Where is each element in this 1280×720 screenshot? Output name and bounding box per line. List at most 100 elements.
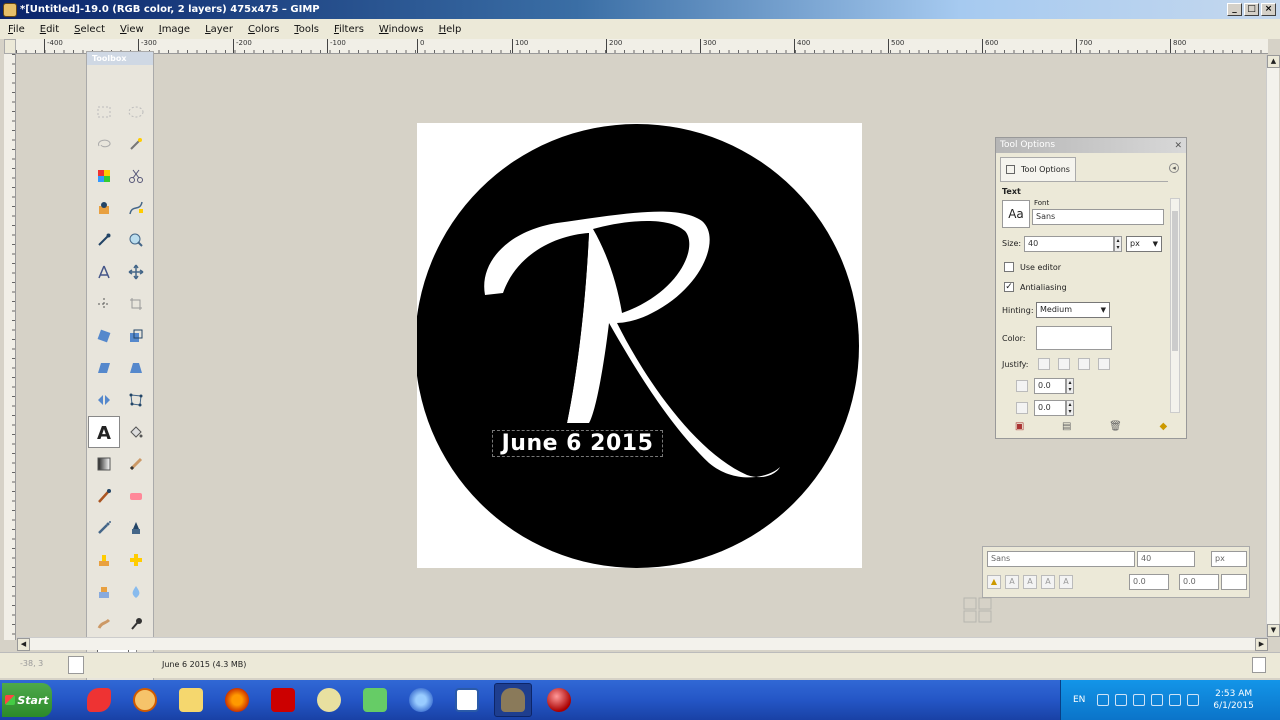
tool-options-scrollbar[interactable] (1170, 198, 1180, 413)
editor-color-swatch[interactable] (1221, 574, 1247, 590)
line-spacing-field[interactable]: 0.0 (1034, 400, 1066, 416)
vertical-ruler[interactable] (4, 54, 16, 640)
taskbar-app-itunes[interactable] (402, 683, 440, 717)
crop-icon[interactable] (120, 288, 152, 320)
tab-tool-options[interactable]: Tool Options (1000, 157, 1076, 181)
airbrush-icon[interactable] (88, 512, 120, 544)
horizontal-scrollbar[interactable]: ◀ ▶ (17, 637, 1268, 651)
text-tool-icon[interactable]: A (88, 416, 120, 448)
unit-dropdown[interactable]: px (1126, 236, 1162, 252)
taskbar-app-explorer[interactable] (310, 683, 348, 717)
color-select-icon[interactable] (88, 160, 120, 192)
use-editor-checkbox[interactable] (1004, 262, 1014, 272)
editor-unit-dropdown[interactable]: px (1211, 551, 1247, 567)
measure-icon[interactable] (88, 256, 120, 288)
gradient-icon[interactable] (88, 448, 120, 480)
text-layer[interactable]: June 6 2015 (492, 430, 663, 457)
scroll-left-icon[interactable]: ◀ (17, 638, 30, 651)
scrollbar-thumb[interactable] (1172, 211, 1178, 351)
taskbar-app-firefox[interactable] (218, 683, 256, 717)
size-spinner[interactable]: ▴ ▾ (1114, 236, 1122, 252)
ink-icon[interactable] (120, 512, 152, 544)
heal-icon[interactable] (120, 544, 152, 576)
editor-font-field[interactable]: Sans (987, 551, 1135, 567)
taskbar-app-folder[interactable] (172, 683, 210, 717)
clone-icon[interactable] (88, 544, 120, 576)
rotate-icon[interactable] (88, 320, 120, 352)
menu-colors[interactable]: Colors (248, 24, 279, 35)
font-field[interactable]: Sans (1032, 209, 1164, 225)
volume-icon[interactable] (1187, 694, 1200, 706)
align-icon[interactable] (88, 288, 120, 320)
scroll-right-icon[interactable]: ▶ (1255, 638, 1268, 651)
horizontal-ruler[interactable]: -400 -300 -200 -100 0 100 200 300 400 50… (16, 39, 1268, 54)
image-canvas[interactable] (417, 123, 862, 568)
flip-icon[interactable] (88, 384, 120, 416)
paths-icon[interactable] (120, 192, 152, 224)
quick-mask-icon[interactable] (963, 597, 993, 623)
fuzzy-select-icon[interactable] (120, 128, 152, 160)
menu-view[interactable]: View (120, 24, 144, 35)
close-icon[interactable]: ✕ (1174, 139, 1182, 154)
editor-size-field[interactable]: 40 (1137, 551, 1195, 567)
text-color-button[interactable] (1036, 326, 1112, 350)
blur-icon[interactable] (120, 576, 152, 608)
language-indicator[interactable]: EN (1073, 695, 1085, 705)
minimize-button[interactable]: _ (1227, 3, 1242, 16)
tray-icon[interactable] (1097, 694, 1110, 706)
cage-icon[interactable] (120, 384, 152, 416)
justify-fill-button[interactable] (1098, 358, 1110, 370)
taskbar-app-acrobat[interactable] (264, 683, 302, 717)
bucket-fill-icon[interactable] (120, 416, 152, 448)
taskbar-app-red[interactable] (540, 683, 578, 717)
perspective-icon[interactable] (120, 352, 152, 384)
font-preview-button[interactable]: Aa (1002, 200, 1030, 228)
taskbar-app-joomla[interactable] (80, 683, 118, 717)
shear-icon[interactable] (88, 352, 120, 384)
menu-edit[interactable]: Edit (40, 24, 59, 35)
tray-icon[interactable] (1115, 694, 1128, 706)
clock[interactable]: 2:53 AM 6/1/2015 (1213, 688, 1253, 712)
menu-layer[interactable]: Layer (205, 24, 233, 35)
delete-options-icon[interactable]: 🗑 (1109, 421, 1122, 432)
tray-icon[interactable] (1151, 694, 1164, 706)
italic-button[interactable]: A (1023, 575, 1037, 589)
hinting-dropdown[interactable]: Medium (1036, 302, 1110, 318)
menu-image[interactable]: Image (159, 24, 190, 35)
indent-field[interactable]: 0.0 (1034, 378, 1066, 394)
taskbar-app-network[interactable] (356, 683, 394, 717)
line-spacing-spinner[interactable]: ▴ ▾ (1066, 400, 1074, 416)
scroll-down-icon[interactable]: ▼ (1267, 624, 1280, 637)
scale-icon[interactable] (120, 320, 152, 352)
indent-spinner[interactable]: ▴ ▾ (1066, 378, 1074, 394)
color-picker-icon[interactable] (88, 224, 120, 256)
smudge-icon[interactable] (88, 608, 120, 640)
tray-icon[interactable] (1169, 694, 1182, 706)
taskbar-app-word[interactable] (448, 683, 486, 717)
lasso-icon[interactable] (88, 128, 120, 160)
vertical-scrollbar[interactable]: ▲ ▼ (1266, 55, 1280, 637)
strikethrough-button[interactable]: A (1059, 575, 1073, 589)
size-field[interactable]: 40 (1024, 236, 1114, 252)
scroll-up-icon[interactable]: ▲ (1267, 55, 1280, 68)
perspective-clone-icon[interactable] (88, 576, 120, 608)
move-icon[interactable] (120, 256, 152, 288)
start-button[interactable]: Start (2, 683, 52, 717)
foreground-select-icon[interactable] (88, 192, 120, 224)
justify-right-button[interactable] (1058, 358, 1070, 370)
scissors-icon[interactable] (120, 160, 152, 192)
unit-selector[interactable] (68, 656, 84, 674)
zoom-icon[interactable] (120, 224, 152, 256)
underline-button[interactable]: A (1041, 575, 1055, 589)
taskbar-app-media[interactable] (126, 683, 164, 717)
reset-options-icon[interactable]: ◆ (1159, 421, 1167, 432)
baseline-field[interactable]: 0.0 (1129, 574, 1169, 590)
justify-left-button[interactable] (1038, 358, 1050, 370)
rect-select-icon[interactable] (88, 96, 120, 128)
justify-center-button[interactable] (1078, 358, 1090, 370)
menu-help[interactable]: Help (439, 24, 462, 35)
menu-file[interactable]: File (8, 24, 25, 35)
bold-button[interactable]: A (1005, 575, 1019, 589)
antialiasing-checkbox[interactable]: ✓ (1004, 282, 1014, 292)
taskbar-app-gimp[interactable] (494, 683, 532, 717)
